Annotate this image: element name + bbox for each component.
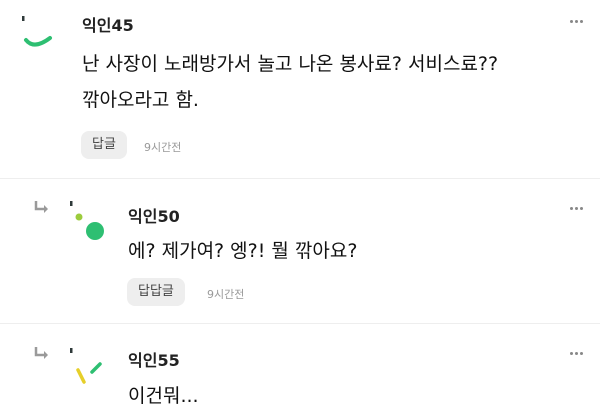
more-options-icon[interactable] <box>570 352 584 358</box>
more-options-icon[interactable] <box>570 20 584 26</box>
reply-item: 익인50 에? 제가여? 엥?! 뭘 깎아요? 답답글 9시간전 <box>0 178 600 324</box>
comment-time: 9시간전 <box>144 141 182 154</box>
comment-username[interactable]: 익인45 <box>82 12 134 36</box>
reply-arrow-icon <box>34 347 48 359</box>
reply-button[interactable]: 답답글 <box>127 278 185 306</box>
reply-body-line: 에? 제가여? 엥?! 뭘 깎아요? <box>128 240 358 262</box>
more-options-icon[interactable] <box>570 207 584 213</box>
reply-body: 이건뭐... <box>128 378 568 414</box>
reply-body-line: 이건뭐... <box>128 385 199 407</box>
comment-body: 난 사장이 노래방가서 놀고 나온 봉사료? 서비스료?? 깎아오라고 함. <box>82 46 582 118</box>
comment-body-line: 난 사장이 노래방가서 놀고 나온 봉사료? 서비스료?? <box>82 53 499 75</box>
reply-username[interactable]: 익인55 <box>128 347 180 371</box>
reply-body: 에? 제가여? 엥?! 뭘 깎아요? <box>128 233 568 269</box>
comment-body-line: 깎아오라고 함. <box>82 89 199 111</box>
avatar[interactable] <box>18 10 64 56</box>
reply-arrow-icon <box>34 201 48 213</box>
avatar[interactable] <box>68 346 114 392</box>
reply-button[interactable]: 답글 <box>81 131 127 159</box>
reply-username[interactable]: 익인50 <box>128 203 180 227</box>
avatar[interactable] <box>68 199 114 245</box>
comment-item: 익인45 난 사장이 노래방가서 놀고 나온 봉사료? 서비스료?? 깎아오라고… <box>0 0 600 178</box>
comment-time: 9시간전 <box>207 288 245 301</box>
reply-item: 익인55 이건뭐... <box>0 323 600 412</box>
